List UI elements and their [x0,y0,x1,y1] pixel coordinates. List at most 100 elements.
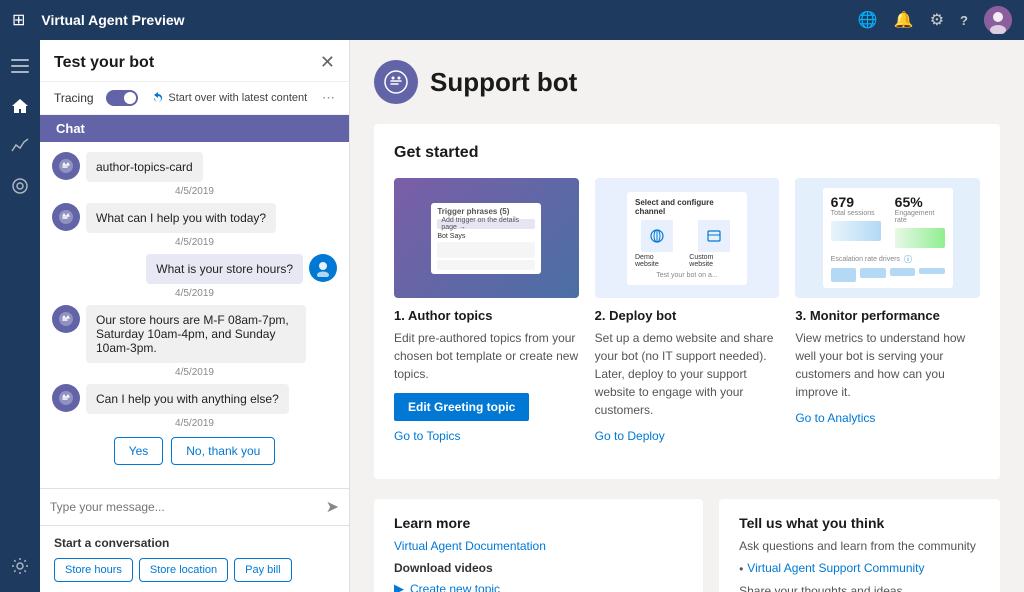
doc-link[interactable]: Virtual Agent Documentation [394,539,683,553]
help-icon[interactable]: ? [960,13,968,28]
user-text-1: What is your store hours? [156,262,293,276]
card-1-desc: Edit pre-authored topics from your chose… [394,329,579,383]
tracing-toggle[interactable] [106,90,138,106]
gear-icon[interactable]: ⚙ [930,10,944,30]
start-conversation-title: Start a conversation [54,536,335,550]
timestamp-5: 4/5/2019 [52,418,337,429]
restart-button[interactable]: Start over with latest content [152,92,307,104]
demo-website-icon [641,220,673,252]
bot-text-3: Our store hours are M-F 08am-7pm, Saturd… [96,313,289,355]
go-to-deploy-link[interactable]: Go to Deploy [595,429,780,443]
share-desc: Share your thoughts and ideas [739,584,980,592]
pay-bill-button[interactable]: Pay bill [234,558,291,582]
chat-input-area: ➤ [40,488,349,525]
bot-avatar-4 [52,384,80,412]
sidebar-item-analytics[interactable] [2,128,38,164]
deploy-mockup-title: Select and configure channel [635,198,739,216]
topbar: ⊞ Virtual Agent Preview 🌐 🔔 ⚙ ? [0,0,1024,40]
card-3-title: 3. Monitor performance [795,308,980,323]
sidebar-item-settings[interactable] [2,548,38,584]
cards-row: Trigger phrases (5) Add trigger on the d… [394,178,980,443]
deploy-bot-image: Select and configure channel Demo websit… [595,178,780,298]
go-to-topics-link[interactable]: Go to Topics [394,429,579,443]
bell-icon[interactable]: 🔔 [894,10,914,30]
bot-message-2: What can I help you with today? [52,203,337,233]
toggle-knob [124,92,136,104]
toolbar-more-icon[interactable]: ⋯ [322,90,335,106]
bot-bubble-3: Our store hours are M-F 08am-7pm, Saturd… [86,305,306,363]
support-bot-title: Support bot [430,67,577,98]
deploy-bot-card: Select and configure channel Demo websit… [595,178,780,443]
bot-message-4: Can I help you with anything else? [52,384,337,414]
restart-label: Start over with latest content [168,92,307,104]
conversation-buttons: Store hours Store location Pay bill [54,558,335,582]
engagement-chart [895,228,945,248]
support-bot-header: Support bot [374,60,1000,104]
tell-us-title: Tell us what you think [739,515,980,531]
learn-more-title: Learn more [394,515,683,531]
chat-area: author-topics-card 4/5/2019 What can I h… [40,142,349,488]
sidebar-item-menu[interactable] [2,48,38,84]
no-thank-you-button[interactable]: No, thank you [171,437,275,465]
sessions-chart [831,221,881,241]
video-icon-1: ▶ [394,581,404,592]
card-2-title: 2. Deploy bot [595,308,780,323]
chat-input[interactable] [50,500,320,514]
card-1-title: 1. Author topics [394,308,579,323]
video-create-topic[interactable]: Create new topic [410,582,500,592]
bot-bubble-1: author-topics-card [86,152,203,182]
app-title: Virtual Agent Preview [41,12,847,28]
bot-message-3: Our store hours are M-F 08am-7pm, Saturd… [52,305,337,363]
video-link-1: ▶ Create new topic [394,581,683,592]
store-location-button[interactable]: Store location [139,558,228,582]
bot-bubble-2: What can I help you with today? [86,203,276,233]
community-link[interactable]: Virtual Agent Support Community [747,561,924,575]
send-icon[interactable]: ➤ [326,497,339,517]
main-content: Support bot Get started Trigger phrases … [350,40,1024,592]
topbar-icons: 🌐 🔔 ⚙ ? [858,6,1012,34]
sidebar-item-topics[interactable] [2,168,38,204]
bot-text-4: Can I help you with anything else? [96,392,279,406]
timestamp-4: 4/5/2019 [52,367,337,378]
monitor-perf-image: 679 Total sessions 65% Engagement rate [795,178,980,298]
user-bubble-1: What is your store hours? [146,254,303,284]
chat-tab[interactable]: Chat [40,115,349,142]
bot-message-1: author-topics-card [52,152,337,182]
user-message-1: What is your store hours? [52,254,337,284]
card-2-desc: Set up a demo website and share your bot… [595,329,780,419]
bot-text-2: What can I help you with today? [96,211,266,225]
bot-avatar-1 [52,152,80,180]
card-3-desc: View metrics to understand how well your… [795,329,980,401]
close-icon[interactable]: ✕ [320,52,335,73]
bottom-row: Learn more Virtual Agent Documentation D… [374,499,1000,592]
globe-icon[interactable]: 🌐 [858,10,878,30]
mock-stats-row: 679 Total sessions 65% Engagement rate [831,194,945,248]
panel-header: Test your bot ✕ [40,40,349,82]
tracing-label: Tracing [54,91,94,105]
panel-toolbar: Tracing Start over with latest content ⋯ [40,82,349,115]
author-topics-card: Trigger phrases (5) Add trigger on the d… [394,178,579,443]
author-topics-mockup: Trigger phrases (5) Add trigger on the d… [431,203,541,274]
custom-website-icon [698,220,730,252]
timestamp-3: 4/5/2019 [52,288,337,299]
panel-title: Test your bot [54,54,154,72]
mock-engagement-label: Engagement rate [895,210,945,224]
bot-avatar-2 [52,203,80,231]
deploy-bot-mockup: Select and configure channel Demo websit… [627,192,747,285]
edit-greeting-button[interactable]: Edit Greeting topic [394,393,529,421]
user-avatar[interactable] [984,6,1012,34]
user-avatar-1 [309,254,337,282]
go-to-analytics-link[interactable]: Go to Analytics [795,411,980,425]
timestamp-2: 4/5/2019 [52,237,337,248]
mock-sessions-value: 679 [831,194,881,210]
sidebar-item-home[interactable] [2,88,38,124]
mock-engagement-stat: 65% Engagement rate [895,194,945,248]
store-hours-button[interactable]: Store hours [54,558,133,582]
download-videos-label: Download videos [394,561,683,575]
author-topics-image: Trigger phrases (5) Add trigger on the d… [394,178,579,298]
grid-icon[interactable]: ⊞ [12,10,25,30]
timestamp-1: 4/5/2019 [52,186,337,197]
community-bullet: • [739,562,743,576]
yes-button[interactable]: Yes [114,437,164,465]
monitor-mockup: 679 Total sessions 65% Engagement rate [823,188,953,288]
